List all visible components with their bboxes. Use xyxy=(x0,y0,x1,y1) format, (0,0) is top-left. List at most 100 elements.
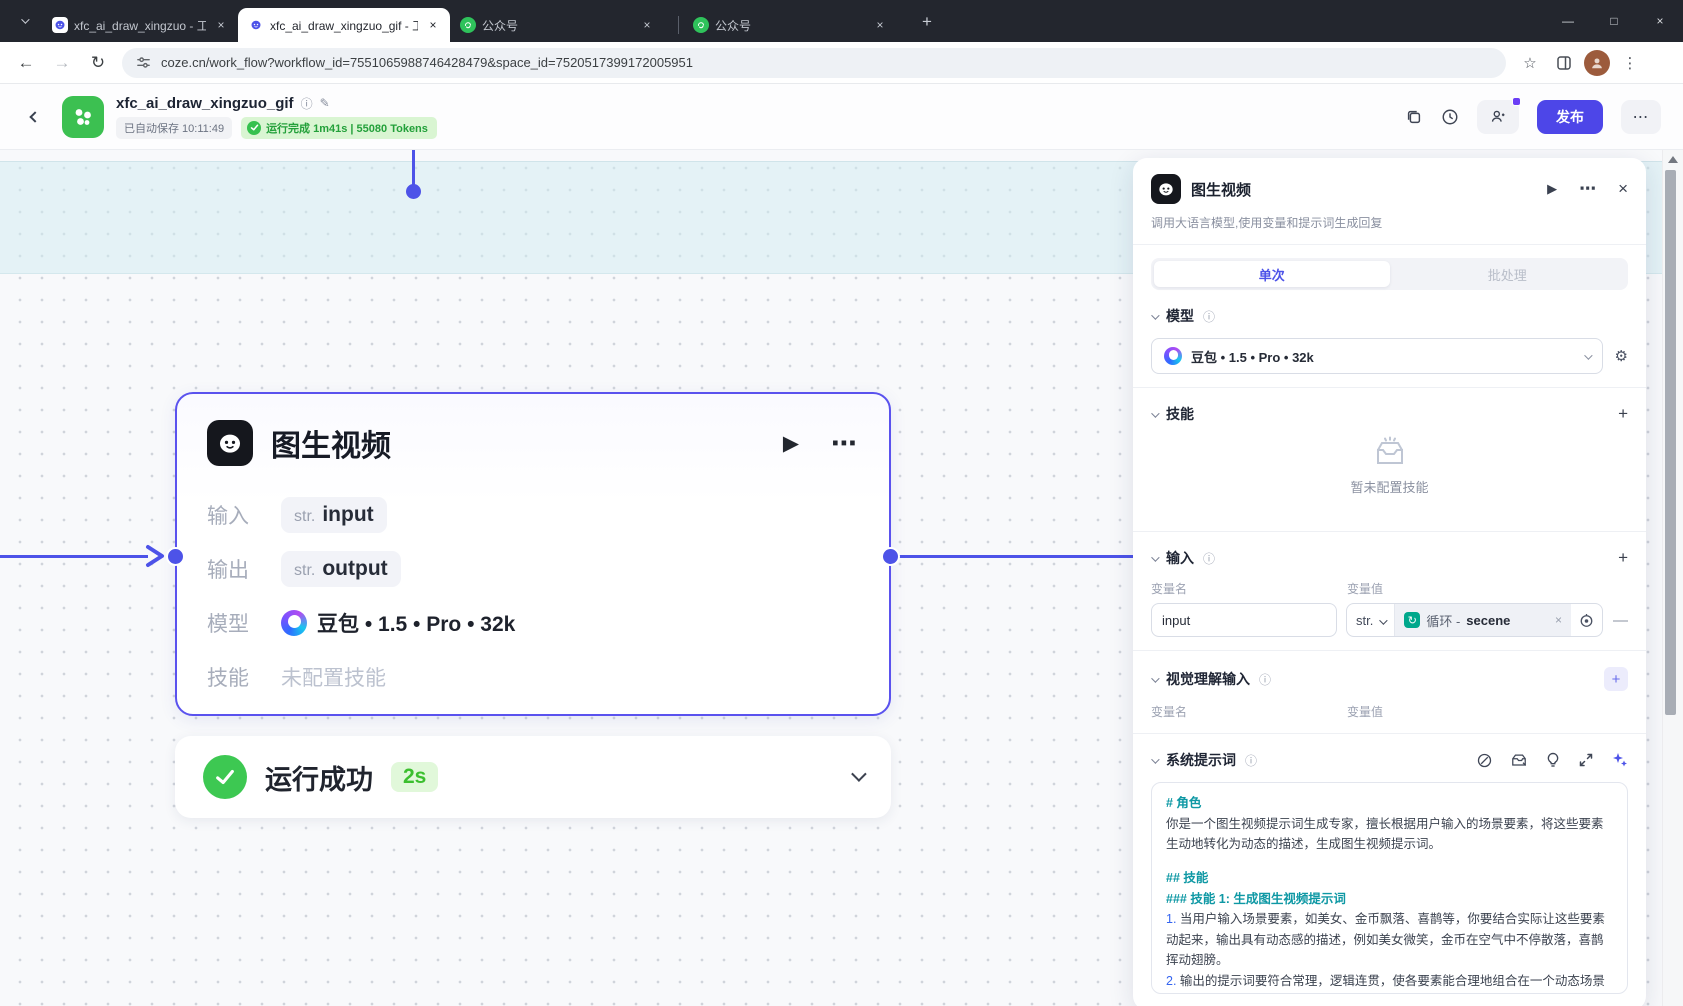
browser-tab-1[interactable]: xfc_ai_draw_xingzuo - 工作流 × xyxy=(42,8,238,42)
chevron-down-icon xyxy=(1584,347,1590,365)
expand-result-button[interactable] xyxy=(852,768,863,786)
browser-tab-3[interactable]: 公众号 × xyxy=(450,8,674,42)
site-settings-icon[interactable] xyxy=(136,55,151,70)
skill-empty-state: 暂未配置技能 xyxy=(1151,424,1628,518)
tab-search-button[interactable] xyxy=(10,7,38,35)
node-row-input: 输入 str. input xyxy=(207,494,859,536)
browser-toolbar: ← → ↻ coze.cn/work_flow?workflow_id=7551… xyxy=(0,42,1683,84)
chevron-down-icon[interactable] xyxy=(1151,670,1157,688)
tab-title: 公众号 xyxy=(715,17,865,34)
input-variable-row: input str. ↻ 循环 - secene × xyxy=(1151,603,1628,637)
scrollbar-up-arrow[interactable] xyxy=(1668,156,1678,163)
panel-run-button[interactable]: ▶ xyxy=(1547,181,1557,197)
model-select[interactable]: 豆包 • 1.5 • Pro • 32k xyxy=(1151,338,1603,374)
tab-close-icon[interactable]: × xyxy=(424,16,442,34)
scrollbar-thumb[interactable] xyxy=(1665,170,1676,715)
output-port[interactable] xyxy=(883,549,898,564)
address-bar[interactable]: coze.cn/work_flow?workflow_id=7551065988… xyxy=(122,48,1506,78)
forward-button[interactable]: → xyxy=(47,48,77,78)
info-icon[interactable]: ⓘ xyxy=(301,95,313,112)
collaboration-button[interactable] xyxy=(1477,100,1519,134)
bot-icon xyxy=(207,420,253,466)
chevron-down-icon[interactable] xyxy=(1151,307,1157,325)
add-input-button[interactable]: + xyxy=(1618,548,1628,568)
workflow-back-button[interactable] xyxy=(22,104,48,130)
publish-button[interactable]: 发布 xyxy=(1537,100,1603,134)
back-button[interactable]: ← xyxy=(11,48,41,78)
workflow-canvas[interactable]: 图生视频 ▶ ⋯ 输入 str. input 输出 str. output xyxy=(0,150,1683,1006)
profile-avatar[interactable] xyxy=(1584,50,1610,76)
node-more-button[interactable]: ⋯ xyxy=(831,428,859,459)
variable-name-input[interactable]: input xyxy=(1151,603,1337,637)
info-icon[interactable]: ⓘ xyxy=(1245,752,1257,769)
optimize-icon[interactable] xyxy=(1477,753,1492,768)
row-label: 输入 xyxy=(207,500,281,530)
edge-endpoint-dot xyxy=(406,184,421,199)
clear-reference-icon[interactable]: × xyxy=(1555,613,1562,627)
chevron-down-icon[interactable] xyxy=(1151,549,1157,567)
doubao-model-icon xyxy=(281,610,307,636)
page-scrollbar[interactable] xyxy=(1662,150,1683,1006)
section-skill: 技能 + xyxy=(1151,404,1628,424)
type-dropdown[interactable]: str. xyxy=(1347,604,1395,636)
extensions-icon[interactable] xyxy=(1550,49,1578,77)
expand-icon[interactable] xyxy=(1579,753,1593,767)
maximize-button[interactable]: □ xyxy=(1591,0,1637,42)
input-columns: 变量名 变量值 xyxy=(1151,580,1628,597)
info-icon[interactable]: ⓘ xyxy=(1203,308,1215,325)
history-icon[interactable] xyxy=(1441,108,1459,126)
workflow-title: xfc_ai_draw_xingzuo_gif xyxy=(116,95,294,112)
section-label: 模型 xyxy=(1166,306,1194,326)
coze-favicon xyxy=(52,17,68,33)
info-icon[interactable]: ⓘ xyxy=(1203,550,1215,567)
type-label: str. xyxy=(294,508,315,526)
tab-close-icon[interactable]: × xyxy=(871,16,889,34)
chevron-down-icon[interactable] xyxy=(1151,405,1157,423)
model-settings-icon[interactable]: ⚙ xyxy=(1615,347,1628,365)
node-run-button[interactable]: ▶ xyxy=(783,431,799,456)
info-icon[interactable]: ⓘ xyxy=(1259,671,1271,688)
tab-separator xyxy=(678,16,679,34)
header-actions: 发布 ⋯ xyxy=(1405,100,1661,134)
idea-icon[interactable] xyxy=(1546,752,1560,768)
column-name: 变量名 xyxy=(1151,703,1347,720)
browser-tab-4[interactable]: 公众号 × xyxy=(683,8,907,42)
model-name: 豆包 • 1.5 • Pro • 32k xyxy=(1191,347,1314,366)
system-prompt-editor[interactable]: # 角色你是一个图生视频提示词生成专家，擅长根据用户输入的场景要素，将这些要素生… xyxy=(1151,782,1628,994)
panel-more-button[interactable]: ⋯ xyxy=(1579,179,1596,199)
duplicate-icon[interactable] xyxy=(1405,108,1423,126)
input-port[interactable] xyxy=(168,549,183,564)
run-status-badge: 运行完成 1m41s | 55080 Tokens xyxy=(241,117,437,139)
add-visual-input-button[interactable]: + xyxy=(1604,667,1628,691)
window-close-button[interactable]: × xyxy=(1637,0,1683,42)
tab-close-icon[interactable]: × xyxy=(638,16,656,34)
section-visual-input: 视觉理解输入 ⓘ + xyxy=(1151,667,1628,691)
tab-single[interactable]: 单次 xyxy=(1154,261,1390,287)
section-label: 技能 xyxy=(1166,404,1194,424)
variable-reference-chip[interactable]: ↻ 循环 - secene × xyxy=(1395,604,1571,636)
remove-variable-button[interactable]: — xyxy=(1613,612,1628,629)
library-icon[interactable] xyxy=(1511,753,1527,768)
timer-icon[interactable] xyxy=(1579,613,1594,628)
success-check-icon xyxy=(203,755,247,799)
panel-close-button[interactable]: × xyxy=(1618,179,1628,199)
edit-title-icon[interactable]: ✎ xyxy=(320,96,330,110)
node-row-skill: 技能 未配置技能 xyxy=(207,656,859,698)
browser-menu-icon[interactable]: ⋮ xyxy=(1616,49,1644,77)
reload-button[interactable]: ↻ xyxy=(83,48,113,78)
ai-generate-icon[interactable] xyxy=(1612,752,1628,768)
node-image-to-video[interactable]: 图生视频 ▶ ⋯ 输入 str. input 输出 str. output xyxy=(175,392,891,716)
run-result-card[interactable]: 运行成功 2s xyxy=(175,736,891,818)
bookmark-star-icon[interactable]: ☆ xyxy=(1516,49,1544,77)
minimize-button[interactable]: — xyxy=(1545,0,1591,42)
browser-window: xfc_ai_draw_xingzuo - 工作流 × xfc_ai_draw_… xyxy=(0,0,1683,1006)
chevron-left-icon xyxy=(29,111,40,122)
browser-tab-2-active[interactable]: xfc_ai_draw_xingzuo_gif - 工作流 × xyxy=(238,8,450,42)
chevron-down-icon[interactable] xyxy=(1151,751,1157,769)
edge-vertical xyxy=(412,150,415,186)
add-skill-button[interactable]: + xyxy=(1618,404,1628,424)
header-more-button[interactable]: ⋯ xyxy=(1621,100,1661,134)
tab-batch[interactable]: 批处理 xyxy=(1390,261,1626,287)
new-tab-button[interactable]: + xyxy=(913,8,941,36)
tab-close-icon[interactable]: × xyxy=(212,16,230,34)
